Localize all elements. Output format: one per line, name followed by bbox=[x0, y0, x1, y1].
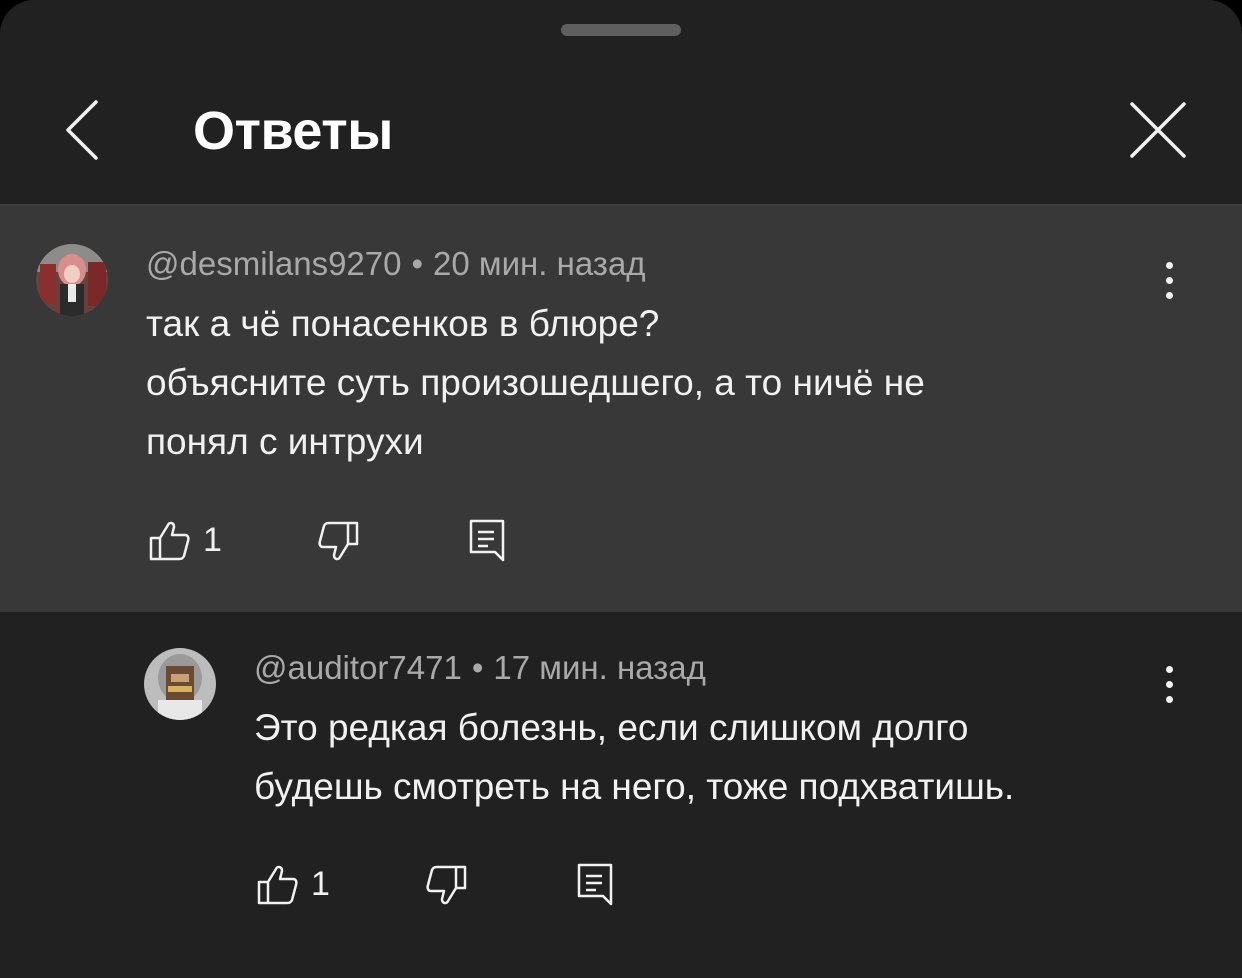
chevron-left-icon bbox=[66, 100, 98, 160]
thumb-down-icon bbox=[318, 521, 359, 561]
reply-button[interactable] bbox=[576, 860, 616, 910]
reply-comment: @auditor7471 • 17 мин. назад Это редкая бо… bbox=[0, 612, 1242, 978]
thumb-down-icon bbox=[426, 865, 467, 905]
avatar[interactable] bbox=[36, 244, 108, 316]
back-button[interactable] bbox=[58, 98, 118, 162]
like-count: 1 bbox=[203, 521, 222, 559]
comment-text: Это редкая болезнь, если слишком долго б… bbox=[254, 698, 1014, 816]
comment-line: понял с интрухи bbox=[146, 421, 424, 462]
like-count: 1 bbox=[311, 865, 330, 903]
like-button[interactable]: 1 bbox=[146, 516, 236, 566]
reply-comment-icon bbox=[469, 519, 505, 562]
comment-line: будешь смотреть на него, тоже подхватишь… bbox=[254, 766, 1015, 807]
comment-line: объясните суть произошедшего, а то ничё … bbox=[146, 362, 925, 403]
comment-author[interactable]: @desmilans9270 bbox=[146, 245, 401, 282]
like-button[interactable]: 1 bbox=[254, 860, 344, 910]
avatar[interactable] bbox=[144, 648, 216, 720]
dislike-button[interactable] bbox=[316, 516, 360, 566]
comment-author[interactable]: @auditor7471 bbox=[254, 649, 462, 686]
comment-time: 20 мин. назад bbox=[433, 245, 646, 282]
comment-meta: @desmilans9270 • 20 мин. назад bbox=[146, 244, 646, 284]
more-options-button[interactable] bbox=[1155, 660, 1185, 710]
sheet-header: Ответы bbox=[0, 56, 1242, 204]
comment-line: так а чё понасенков в блюре? bbox=[146, 303, 660, 344]
avatar-image bbox=[144, 648, 216, 720]
page-title: Ответы bbox=[193, 101, 393, 161]
meta-separator: • bbox=[411, 245, 424, 282]
close-icon bbox=[1130, 102, 1186, 158]
meta-separator: • bbox=[471, 649, 484, 686]
reply-button[interactable] bbox=[468, 516, 508, 566]
parent-comment: @desmilans9270 • 20 мин. назад так а чё по… bbox=[0, 206, 1242, 612]
more-options-button[interactable] bbox=[1155, 256, 1185, 306]
thumb-up-icon bbox=[257, 865, 298, 905]
replies-sheet: Ответы @desmilans9270 • 20 мин. назад та… bbox=[0, 0, 1242, 978]
drag-handle[interactable] bbox=[561, 24, 681, 36]
reply-comment-icon bbox=[577, 863, 613, 906]
comment-actions: 1 bbox=[146, 516, 526, 566]
comment-line: Это редкая болезнь, если слишком долго bbox=[254, 707, 969, 748]
comment-meta: @auditor7471 • 17 мин. назад bbox=[254, 648, 706, 688]
avatar-image bbox=[36, 244, 108, 316]
comment-actions: 1 bbox=[254, 860, 634, 910]
comment-text: так а чё понасенков в блюре? объясните с… bbox=[146, 294, 925, 471]
comment-time: 17 мин. назад bbox=[493, 649, 706, 686]
close-button[interactable] bbox=[1126, 98, 1190, 162]
thumb-up-icon bbox=[149, 521, 190, 561]
dislike-button[interactable] bbox=[424, 860, 468, 910]
